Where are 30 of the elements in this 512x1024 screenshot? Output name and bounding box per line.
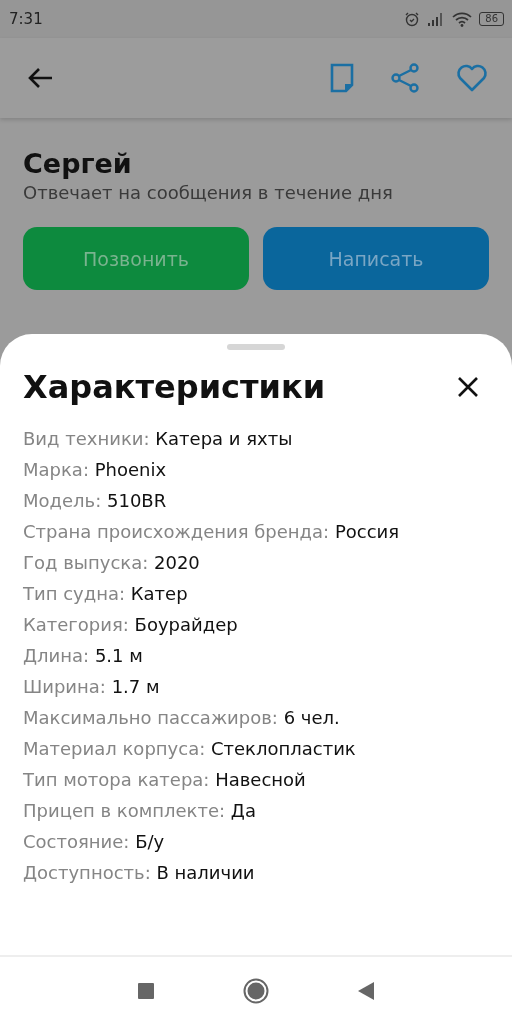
spec-row-text: Тип судна: Катер <box>23 582 189 606</box>
spec-row-text: Максимально пассажиров: 6 чел. <box>23 706 341 730</box>
spec-row-text: Материал корпуса: Стеклопластик <box>23 737 357 761</box>
home-icon[interactable] <box>243 977 269 1004</box>
spec-row-text: Категория: Боурайдер <box>23 613 239 637</box>
spec-row-text: Прицеп в комплекте: Да <box>23 799 257 823</box>
spec-row-text: Доступность: В наличии <box>23 861 256 885</box>
spec-row-text: Модель: 510BR <box>23 489 168 513</box>
spec-row-text: Вид техники: Катера и яхты <box>23 427 294 451</box>
recents-icon[interactable] <box>137 981 155 1000</box>
alarm-clock-icon <box>404 11 421 27</box>
spec-row-text: Состояние: Б/у <box>23 830 166 854</box>
back-icon[interactable] <box>357 980 375 1001</box>
close-icon[interactable] <box>457 376 479 398</box>
call-button[interactable]: Позвонить <box>23 227 249 290</box>
sheet-title: Характеристики <box>23 368 326 406</box>
spec-row-text: Год выпуска: 2020 <box>23 551 201 575</box>
seller-name: Сергей <box>23 148 133 180</box>
spec-row-text: Страна происхождения бренда: Россия <box>23 520 401 544</box>
battery-indicator: 86 <box>479 12 504 26</box>
status-time: 7:31 <box>9 10 43 28</box>
message-button[interactable]: Написать <box>263 227 489 290</box>
back-arrow-icon[interactable] <box>28 67 54 89</box>
response-note: Отвечает на сообщения в течение дня <box>23 182 394 203</box>
wifi-icon <box>452 11 473 27</box>
spec-row-text: Ширина: 1.7 м <box>23 675 161 699</box>
spec-row-text: Марка: Phoenix <box>23 458 168 482</box>
drag-handle[interactable] <box>227 344 285 350</box>
spec-row-text: Длина: 5.1 м <box>23 644 144 668</box>
spec-row-text: Тип мотора катера: Навесной <box>23 768 307 792</box>
